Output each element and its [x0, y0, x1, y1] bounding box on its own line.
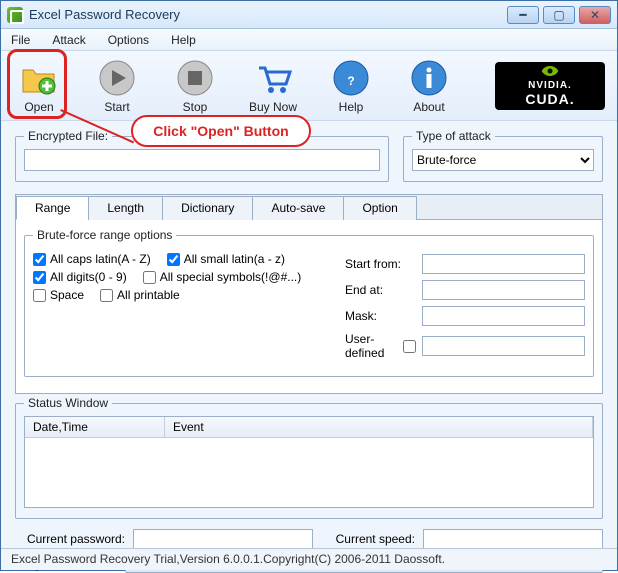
folder-open-icon — [19, 58, 59, 98]
app-window: Excel Password Recovery ━ ▢ ✕ File Attac… — [0, 0, 618, 571]
status-col-event[interactable]: Event — [165, 417, 593, 437]
tab-length[interactable]: Length — [88, 196, 163, 220]
cart-icon — [253, 58, 293, 98]
stop-label: Stop — [183, 100, 208, 114]
small-latin-option[interactable]: All small latin(a - z) — [167, 252, 285, 266]
nvidia-eye-icon — [540, 64, 560, 78]
tab-range[interactable]: Range — [16, 196, 89, 220]
title-bar: Excel Password Recovery ━ ▢ ✕ — [1, 1, 617, 29]
symbols-label: All special symbols(!@#...) — [160, 270, 302, 284]
caps-latin-checkbox[interactable] — [33, 253, 46, 266]
callout-bubble: Click "Open" Button — [131, 115, 311, 147]
printable-checkbox[interactable] — [100, 289, 113, 302]
open-label: Open — [24, 100, 53, 114]
userdef-input[interactable] — [422, 336, 585, 356]
menu-attack[interactable]: Attack — [48, 31, 89, 49]
status-list[interactable]: Date,Time Event — [24, 416, 594, 508]
status-bar: Excel Password Recovery Trial,Version 6.… — [1, 548, 617, 570]
userdef-label: User-defined — [345, 332, 403, 360]
status-window-group: Status Window Date,Time Event — [15, 396, 603, 519]
buynow-label: Buy Now — [249, 100, 297, 114]
start-button[interactable]: Start — [91, 58, 143, 114]
endat-input[interactable] — [422, 280, 585, 300]
space-label: Space — [50, 288, 84, 302]
userdef-checkbox[interactable] — [403, 340, 416, 353]
buynow-button[interactable]: Buy Now — [247, 58, 299, 114]
menu-file[interactable]: File — [7, 31, 34, 49]
current-password-field — [133, 529, 313, 549]
attack-type-select[interactable]: Brute-force — [412, 149, 594, 171]
about-button[interactable]: About — [403, 58, 455, 114]
attack-type-legend: Type of attack — [412, 129, 495, 143]
tab-dictionary[interactable]: Dictionary — [162, 196, 253, 220]
symbols-option[interactable]: All special symbols(!@#...) — [143, 270, 302, 284]
small-latin-label: All small latin(a - z) — [184, 252, 285, 266]
space-checkbox[interactable] — [33, 289, 46, 302]
status-window-legend: Status Window — [24, 396, 112, 410]
endat-label: End at: — [345, 283, 422, 297]
cuda-badge: NVIDIA. CUDA. — [495, 62, 605, 110]
encrypted-file-input[interactable] — [24, 149, 380, 171]
stop-icon — [175, 58, 215, 98]
close-button[interactable]: ✕ — [579, 6, 611, 24]
stop-button[interactable]: Stop — [169, 58, 221, 114]
mask-input[interactable] — [422, 306, 585, 326]
svg-text:?: ? — [347, 74, 354, 88]
start-label: Start — [104, 100, 129, 114]
space-option[interactable]: Space — [33, 288, 84, 302]
options-tabs: Range Length Dictionary Auto-save Option… — [15, 194, 603, 394]
tab-option[interactable]: Option — [343, 196, 416, 220]
startfrom-label: Start from: — [345, 257, 422, 271]
bruteforce-options-group: Brute-force range options All caps latin… — [24, 228, 594, 377]
window-title: Excel Password Recovery — [29, 7, 507, 22]
menu-help[interactable]: Help — [167, 31, 200, 49]
small-latin-checkbox[interactable] — [167, 253, 180, 266]
minimize-button[interactable]: ━ — [507, 6, 539, 24]
cuda-text: CUDA. — [525, 91, 574, 107]
bruteforce-options-legend: Brute-force range options — [33, 228, 176, 242]
current-speed-label: Current speed: — [336, 532, 415, 546]
current-speed-field — [423, 529, 603, 549]
tab-autosave[interactable]: Auto-save — [252, 196, 344, 220]
play-icon — [97, 58, 137, 98]
digits-checkbox[interactable] — [33, 271, 46, 284]
current-password-label: Current password: — [15, 532, 125, 546]
app-icon — [7, 7, 23, 23]
digits-option[interactable]: All digits(0 - 9) — [33, 270, 127, 284]
startfrom-input[interactable] — [422, 254, 585, 274]
toolbar: Open Start Stop Buy Now ? Help About NVI… — [1, 51, 617, 121]
help-label: Help — [339, 100, 364, 114]
printable-option[interactable]: All printable — [100, 288, 180, 302]
info-icon — [409, 58, 449, 98]
status-header: Date,Time Event — [25, 417, 593, 438]
nvidia-text: NVIDIA. — [528, 80, 572, 91]
menu-bar: File Attack Options Help — [1, 29, 617, 51]
symbols-checkbox[interactable] — [143, 271, 156, 284]
menu-options[interactable]: Options — [104, 31, 153, 49]
help-icon: ? — [331, 58, 371, 98]
attack-type-group: Type of attack Brute-force — [403, 129, 603, 182]
printable-label: All printable — [117, 288, 180, 302]
digits-label: All digits(0 - 9) — [50, 270, 127, 284]
maximize-button[interactable]: ▢ — [543, 6, 575, 24]
caps-latin-option[interactable]: All caps latin(A - Z) — [33, 252, 151, 266]
caps-latin-label: All caps latin(A - Z) — [50, 252, 151, 266]
help-button[interactable]: ? Help — [325, 58, 377, 114]
about-label: About — [413, 100, 444, 114]
mask-label: Mask: — [345, 309, 422, 323]
status-col-datetime[interactable]: Date,Time — [25, 417, 165, 437]
content-area: Encrypted File: Type of attack Brute-for… — [1, 121, 617, 573]
open-button[interactable]: Open — [13, 58, 65, 114]
